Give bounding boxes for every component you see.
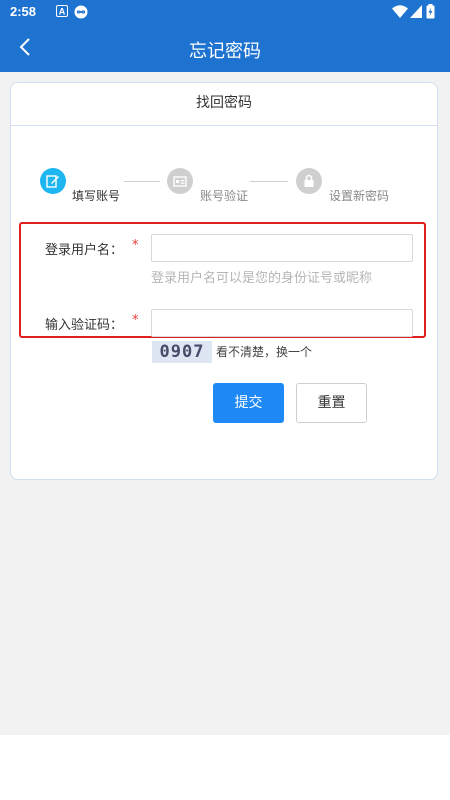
step-connector	[250, 181, 288, 182]
bottom-area	[0, 735, 450, 800]
captcha-refresh-link[interactable]: 看不清楚，换一个	[216, 343, 312, 360]
username-label: 登录用户名：	[45, 243, 124, 258]
step-3-label: 设置新密码	[329, 189, 390, 203]
edit-icon	[46, 175, 59, 188]
step-1-label: 填写账号	[72, 189, 121, 203]
captcha-label: 输入验证码：	[45, 318, 124, 333]
notification-a-icon: A	[56, 5, 68, 20]
battery-icon	[426, 4, 435, 22]
captcha-text: 0907	[159, 342, 205, 362]
card-icon	[173, 176, 187, 187]
app-bar: 忘记密码	[0, 24, 450, 72]
captcha-input[interactable]	[151, 309, 413, 337]
status-bar: 2:58 A	[0, 0, 450, 24]
step-2-indicator	[167, 168, 193, 194]
username-hint: 登录用户名可以是您的身份证号或昵称	[151, 271, 373, 286]
page-title: 忘记密码	[189, 41, 261, 62]
step-1-indicator	[40, 168, 66, 194]
signal-icon	[410, 5, 422, 21]
required-mark: *	[132, 313, 139, 328]
status-time: 2:58	[10, 4, 37, 19]
step-2-label: 账号验证	[200, 189, 249, 203]
submit-button[interactable]: 提交	[213, 383, 284, 423]
lock-icon	[304, 174, 314, 187]
svg-text:A: A	[59, 7, 66, 17]
captcha-image[interactable]: 0907	[152, 341, 212, 363]
infinity-icon	[74, 5, 88, 22]
wifi-icon	[392, 5, 408, 21]
username-input[interactable]	[151, 234, 413, 262]
step-3-indicator	[296, 168, 322, 194]
required-mark: *	[132, 238, 139, 253]
card-header: 找回密码	[11, 83, 437, 126]
reset-button[interactable]: 重置	[296, 383, 367, 423]
step-connector	[124, 181, 160, 182]
